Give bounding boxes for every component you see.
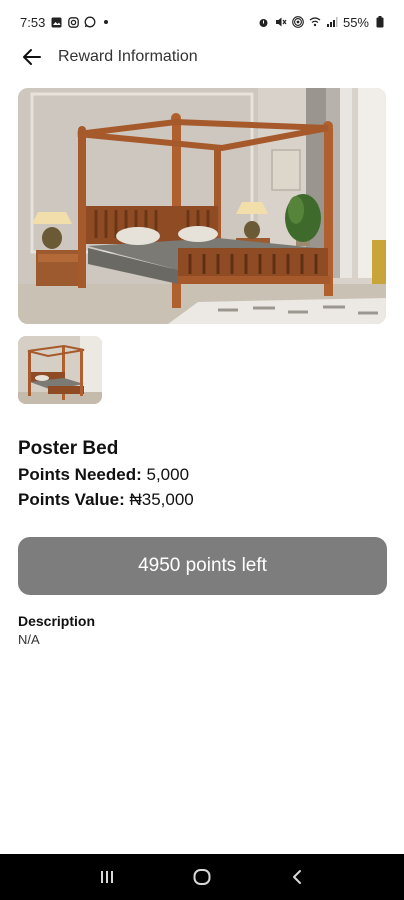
points-value-row: Points Value: ₦35,000 bbox=[18, 490, 194, 510]
battery-icon bbox=[374, 16, 386, 28]
status-right: 55% bbox=[258, 15, 386, 30]
product-name: Poster Bed bbox=[18, 438, 119, 459]
system-nav-bar bbox=[0, 854, 404, 900]
signal-icon bbox=[326, 16, 338, 28]
battery-percent: 55% bbox=[342, 14, 369, 30]
system-back-button[interactable] bbox=[277, 857, 317, 897]
points-needed-row: Points Needed: 5,000 bbox=[18, 465, 189, 485]
status-time: 7:53 bbox=[20, 14, 46, 30]
points-value-label: Points Value: bbox=[18, 490, 125, 509]
home-icon bbox=[193, 869, 211, 885]
points-needed-value: 5,000 bbox=[146, 465, 190, 484]
status-left: 7:53 bbox=[20, 14, 109, 30]
wifi-icon bbox=[309, 16, 321, 28]
recent-apps-icon bbox=[101, 871, 114, 883]
arrow-left-icon bbox=[23, 49, 41, 65]
back-button[interactable] bbox=[20, 45, 44, 69]
gallery-icon bbox=[50, 16, 62, 28]
home-button[interactable] bbox=[182, 857, 222, 897]
alarm-icon bbox=[258, 16, 270, 28]
points-needed-label: Points Needed: bbox=[18, 465, 142, 484]
mute-icon bbox=[275, 16, 287, 28]
product-thumbnail[interactable] bbox=[18, 336, 102, 404]
product-main-image bbox=[18, 88, 386, 324]
app-header: Reward Information bbox=[0, 40, 404, 74]
back-icon bbox=[292, 870, 301, 884]
description-value: N/A bbox=[18, 632, 40, 647]
description-label: Description bbox=[18, 613, 96, 629]
points-left-button[interactable]: 4950 points left bbox=[18, 537, 387, 595]
whatsapp-icon bbox=[84, 16, 96, 28]
notification-dot bbox=[104, 20, 109, 24]
page-title: Reward Information bbox=[58, 48, 198, 65]
hotspot-icon bbox=[292, 16, 304, 28]
points-value-value: ₦35,000 bbox=[129, 490, 194, 509]
status-bar: 7:53 55% bbox=[0, 0, 404, 44]
recent-apps-button[interactable] bbox=[87, 857, 127, 897]
instagram-icon bbox=[67, 16, 79, 28]
